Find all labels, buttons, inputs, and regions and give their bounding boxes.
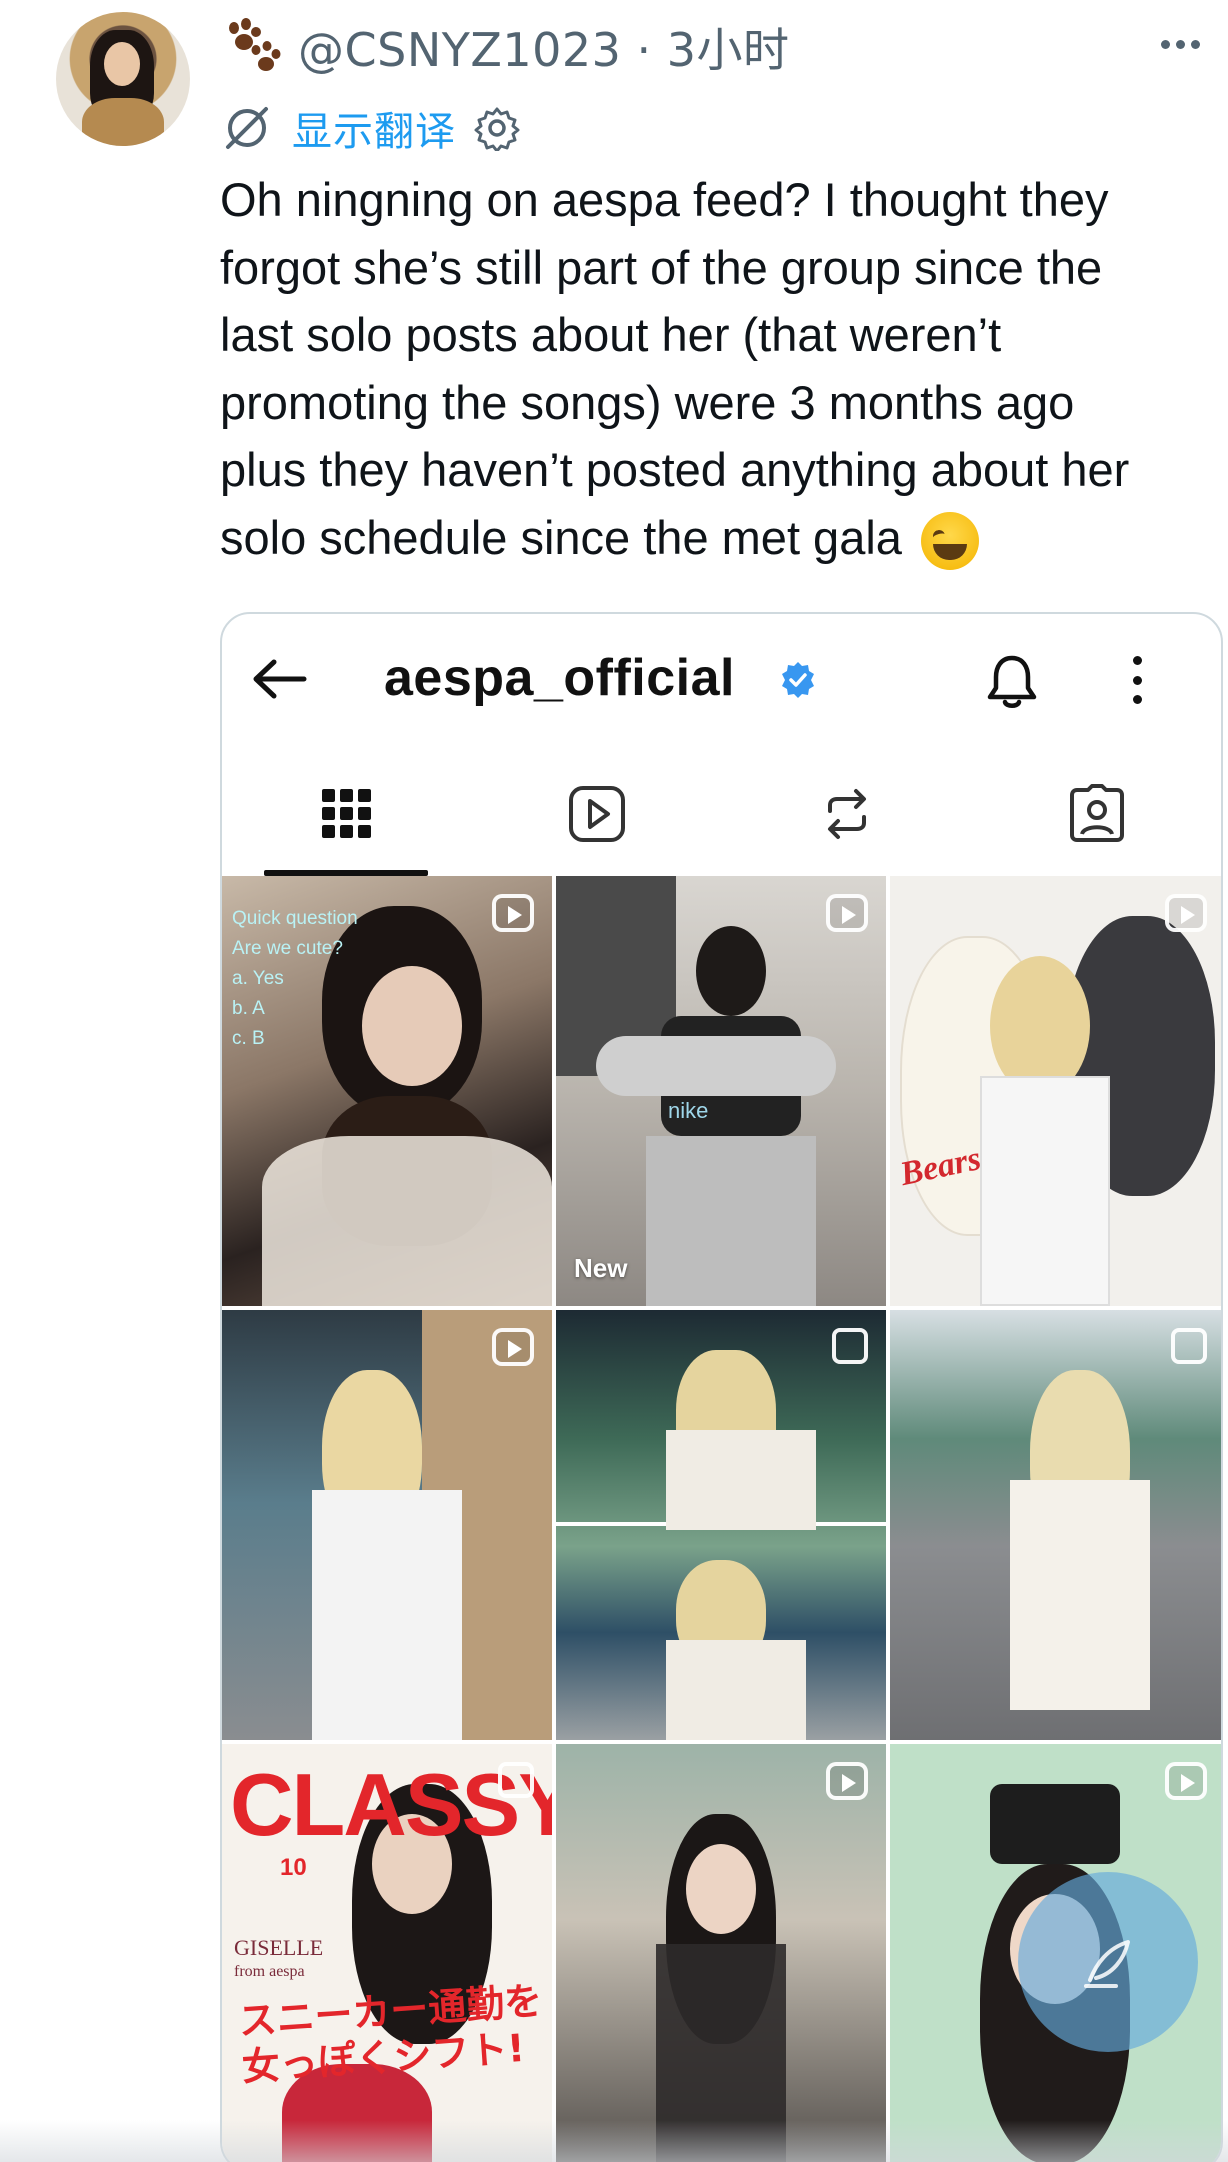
reel-indicator-icon [826, 894, 868, 932]
magazine-headline: スニーカー通勤を 女っぽくシフト! [237, 1978, 547, 2091]
overlay-line: b. A [232, 998, 265, 1019]
tweet-text: Oh ningning on aespa feed? I thought the… [220, 166, 1220, 571]
tweet-text-line: forgot she’s still part of the group sin… [220, 240, 1103, 294]
tweet-meta: @CSNYZ1023 · 3小时 [298, 14, 790, 80]
magazine-issue: 10 [280, 1854, 307, 1881]
post-thumbnail: CLASSY. 10 GISELLE from aespa スニーカー通勤を 女… [222, 1744, 552, 2162]
bottom-nav-fade [0, 2120, 1228, 2162]
avatar-face [104, 42, 140, 86]
post-jersey [666, 1430, 816, 1530]
tweet-text-line-with-emoji: solo schedule since the met gala [220, 504, 1220, 572]
translate-grok-icon [226, 107, 268, 149]
tweet-text-line: last solo posts about her (that weren’t [220, 308, 1002, 361]
post-face [686, 1844, 756, 1934]
bell-icon [987, 655, 1037, 708]
post-jersey [1010, 1480, 1150, 1710]
author-avatar[interactable] [56, 12, 190, 146]
cover-sub: from aespa [234, 1963, 305, 1980]
magazine-cover-name: GISELLE from aespa [234, 1936, 323, 1984]
compose-post-button[interactable] [1018, 1872, 1198, 2052]
instagram-username: aespa_official [384, 649, 735, 707]
reel-indicator-icon [492, 894, 534, 932]
reposts-tab [722, 764, 972, 864]
instagram-tabs [222, 764, 1221, 864]
vertical-dots-icon [1130, 656, 1144, 704]
post-pants [646, 1136, 816, 1306]
dot [1132, 695, 1142, 704]
paw-prints-icon [229, 18, 281, 71]
verified-badge-icon [782, 662, 814, 698]
post-jersey [666, 1640, 806, 1740]
post-thumbnail [222, 1310, 552, 1740]
more-dot [1175, 39, 1185, 49]
post-overlay-text: Quick question Are we cute? a. Yes b. A … [232, 904, 358, 1054]
post-black-bag [990, 1784, 1120, 1864]
post-thumbnail: nike New [556, 876, 886, 1306]
tagged-reposts-icon [828, 789, 866, 839]
more-options-button[interactable] [1150, 22, 1210, 66]
tweet-text-line: promoting the songs) were 3 months ago [220, 375, 1075, 429]
tweet-text-line: plus they haven’t posted anything about … [220, 443, 1130, 496]
reel-indicator-icon [1165, 1762, 1207, 1800]
post-thumbnail [556, 1744, 886, 2162]
reel-indicator-icon [492, 1328, 534, 1366]
carousel-indicator-icon [1171, 1328, 1207, 1364]
dot [1132, 675, 1142, 685]
show-translation-link[interactable]: 显示翻译 [292, 99, 456, 157]
carousel-indicator-icon [498, 1762, 534, 1798]
post-jersey [980, 1076, 1110, 1306]
post-thumbnail [890, 1310, 1221, 1740]
overlay-line: c. B [232, 1028, 265, 1049]
post-thumbnail: Quick question Are we cute? a. Yes b. A … [222, 876, 552, 1306]
overlay-line: a. Yes [232, 968, 284, 989]
tweet-text-line: Oh ningning on aespa feed? I thought the… [220, 173, 1109, 226]
post-new-label: New [574, 1253, 628, 1283]
post-thumbnail [556, 1310, 886, 1740]
overlay-line: Quick question [232, 908, 358, 929]
reel-indicator-icon [1165, 894, 1207, 932]
avatar-body [82, 98, 164, 146]
post-blonde-hair [990, 956, 1090, 1096]
grid-icon [322, 789, 371, 838]
tagged-tab [972, 764, 1221, 864]
cover-name: GISELLE [234, 1935, 324, 1960]
grid-tab [222, 764, 472, 864]
post-caption-nike: nike [668, 1098, 709, 1123]
more-dot [1160, 39, 1170, 49]
translate-row: 显示翻译 [222, 100, 520, 156]
meta-separator: · [636, 23, 652, 77]
carousel-indicator-icon [832, 1328, 868, 1364]
post-head [696, 926, 766, 1016]
post-sweater [596, 1036, 836, 1096]
author-handle[interactable]: @CSNYZ1023 [298, 23, 621, 77]
reels-icon [569, 786, 625, 842]
reel-indicator-icon [826, 1762, 868, 1800]
grinning-squinting-face-icon [920, 512, 979, 571]
tagged-user-icon [1070, 784, 1124, 842]
gear-icon[interactable] [474, 105, 520, 151]
tweet-text-line: solo schedule since the met gala [220, 510, 902, 564]
reels-tab [472, 764, 722, 864]
tweet-time[interactable]: 3小时 [667, 23, 790, 77]
post-face [362, 966, 462, 1086]
dot [1132, 656, 1142, 665]
post-thumbnail: Bears [890, 876, 1221, 1306]
compose-feather-icon [1084, 1940, 1130, 1988]
post-shirt [262, 1136, 552, 1306]
overlay-line: Are we cute? [232, 938, 343, 959]
more-dot [1190, 39, 1200, 49]
back-arrow-icon [253, 659, 307, 699]
post-jersey [312, 1490, 462, 1740]
instagram-header: aespa_official [222, 614, 1221, 744]
